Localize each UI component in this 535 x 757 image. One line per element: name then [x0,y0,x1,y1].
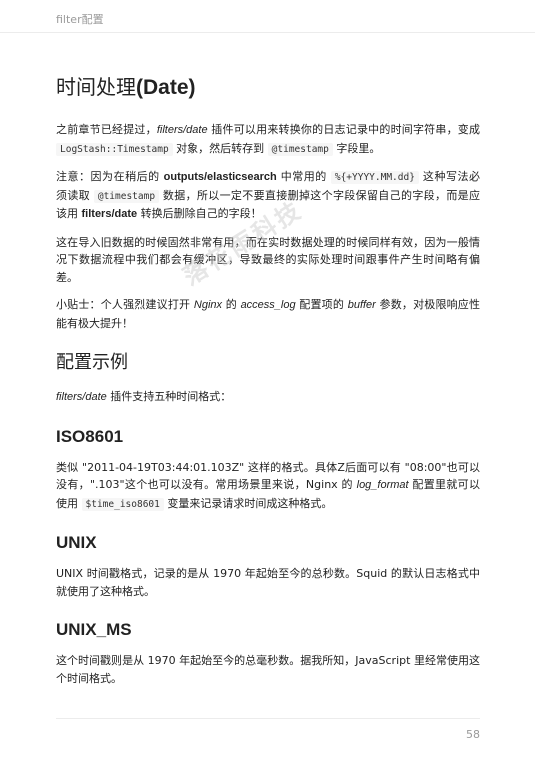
italic-term: buffer [347,299,376,311]
italic-term: Nginx [193,299,223,311]
footer-divider [56,718,480,719]
text: 的 [222,298,241,311]
text: 中常用的 [276,170,331,183]
inline-code: %{+YYYY.MM.dd} [330,171,419,184]
section-heading-config: 配置示例 [56,352,128,373]
bold-term: outputs/elasticsearch [163,171,277,183]
document-body: 时间处理(Date) 之前章节已经提过，filters/date 插件可以用来转… [56,72,480,697]
italic-term: access_log [240,299,296,311]
text: 对象，然后转存到 [172,141,268,155]
text: 字段里。 [332,141,381,155]
paragraph-intro: 之前章节已经提过，filters/date 插件可以用来转换你的日志记录中的时间… [56,121,480,158]
paragraph-unix-ms: 这个时间戳则是从 1970 年起始至今的总毫秒数。据我所知，JavaScript… [56,654,480,685]
chapter-heading-cn: 时间处理 [56,75,136,99]
paragraph-note: 注意：因为在稍后的 outputs/elasticsearch 中常用的 %{+… [56,168,480,224]
paragraph-unix: UNIX 时间戳格式，记录的是从 1970 年起始至今的总秒数。Squid 的默… [56,567,480,598]
text: 注意：因为在稍后的 [56,170,164,183]
chapter-heading-latin: (Date) [136,76,196,99]
italic-term: filters/date [156,124,208,136]
heading-iso8601: ISO8601 [56,426,124,446]
running-header: filter配置 [56,13,104,26]
bold-term: filters/date [81,208,138,220]
inline-code: LogStash::Timestamp [56,142,173,156]
inline-code: @timestamp [267,142,333,156]
paragraph-iso8601: 类似 "2011-04-19T03:44:01.103Z" 这样的格式。具体Z后… [56,459,480,514]
text: 插件支持五种时间格式： [106,390,232,403]
inline-code: @timestamp [93,189,160,203]
header-divider [0,32,535,33]
text: 小贴士：个人强烈建议打开 [56,298,194,311]
text: 之前章节已经提过， [56,123,157,136]
page-number: 58 [466,728,480,741]
text: 变量来记录请求时间成这种格式。 [163,496,333,510]
heading-unix-ms: UNIX_MS [56,620,132,639]
paragraph-tip: 小贴士：个人强烈建议打开 Nginx 的 access_log 配置项的 buf… [56,296,480,332]
text: 插件可以用来转换你的日志记录中的时间字符串，变成 [207,123,480,136]
text: 转换后删除自己的字段！ [137,207,262,220]
text: 配置项的 [295,298,348,311]
paragraph-realtime: 这在导入旧数据的时候固然非常有用，而在实时数据处理的时候同样有效，因为一般情况下… [56,235,480,284]
italic-term: filters/date [56,391,107,403]
italic-term: log_format [356,479,409,491]
inline-code: $time_iso8601 [81,497,164,511]
heading-unix: UNIX [56,533,97,552]
paragraph-formats-intro: filters/date 插件支持五种时间格式： [56,388,480,407]
chapter-heading: 时间处理(Date) [56,72,480,103]
